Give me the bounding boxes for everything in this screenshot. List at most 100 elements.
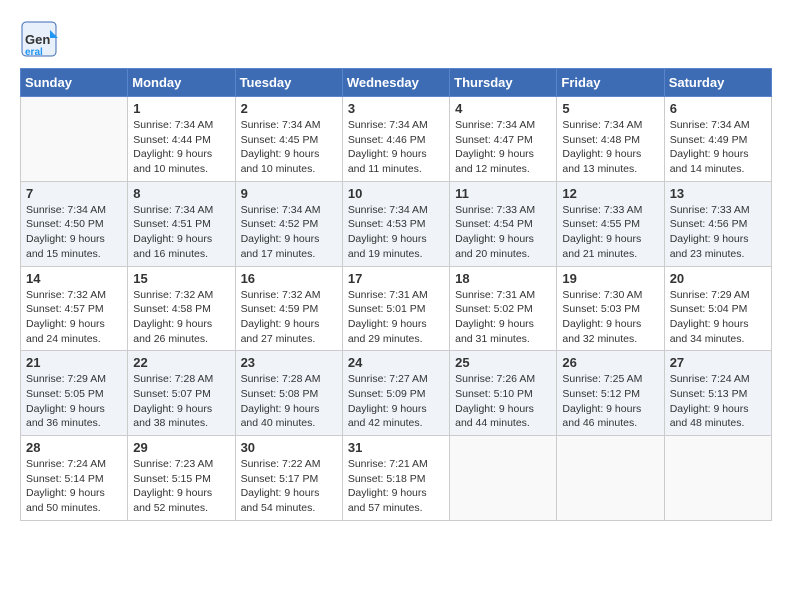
day-number: 27	[670, 355, 766, 370]
day-info: Sunrise: 7:33 AM Sunset: 4:55 PM Dayligh…	[562, 203, 658, 262]
calendar-cell: 18Sunrise: 7:31 AM Sunset: 5:02 PM Dayli…	[450, 266, 557, 351]
day-info: Sunrise: 7:27 AM Sunset: 5:09 PM Dayligh…	[348, 372, 444, 431]
svg-text:Gen: Gen	[25, 32, 50, 47]
cell-content: 12 Sunrise: 7:33 AM Sunset: 4:55 PM Dayli…	[562, 186, 658, 262]
day-number: 29	[133, 440, 229, 455]
day-number: 24	[348, 355, 444, 370]
cell-content: 10Sunrise: 7:34 AM Sunset: 4:53 PM Dayli…	[348, 186, 444, 262]
calendar-cell: 16Sunrise: 7:32 AM Sunset: 4:59 PM Dayli…	[235, 266, 342, 351]
calendar-cell: 11 Sunrise: 7:33 AM Sunset: 4:54 PM Dayli…	[450, 181, 557, 266]
calendar-cell: 27 Sunrise: 7:24 AM Sunset: 5:13 PM Dayli…	[664, 351, 771, 436]
calendar-cell: 4Sunrise: 7:34 AM Sunset: 4:47 PM Daylig…	[450, 97, 557, 182]
calendar-cell: 2Sunrise: 7:34 AM Sunset: 4:45 PM Daylig…	[235, 97, 342, 182]
calendar-cell: 13Sunrise: 7:33 AM Sunset: 4:56 PM Dayli…	[664, 181, 771, 266]
day-number: 12	[562, 186, 658, 201]
day-number: 28	[26, 440, 122, 455]
calendar-cell: 31Sunrise: 7:21 AM Sunset: 5:18 PM Dayli…	[342, 436, 449, 521]
calendar-week-row: 1Sunrise: 7:34 AM Sunset: 4:44 PM Daylig…	[21, 97, 772, 182]
cell-content: 26 Sunrise: 7:25 AM Sunset: 5:12 PM Dayli…	[562, 355, 658, 431]
cell-content: 5Sunrise: 7:34 AM Sunset: 4:48 PM Daylig…	[562, 101, 658, 177]
calendar-week-row: 7Sunrise: 7:34 AM Sunset: 4:50 PM Daylig…	[21, 181, 772, 266]
cell-content: 14Sunrise: 7:32 AM Sunset: 4:57 PM Dayli…	[26, 271, 122, 347]
calendar-cell: 6 Sunrise: 7:34 AM Sunset: 4:49 PM Daylig…	[664, 97, 771, 182]
day-info: Sunrise: 7:31 AM Sunset: 5:02 PM Dayligh…	[455, 288, 551, 347]
cell-content: 30 Sunrise: 7:22 AM Sunset: 5:17 PM Dayli…	[241, 440, 337, 516]
day-header-saturday: Saturday	[664, 69, 771, 97]
day-info: Sunrise: 7:29 AM Sunset: 5:05 PM Dayligh…	[26, 372, 122, 431]
cell-content: 25Sunrise: 7:26 AM Sunset: 5:10 PM Dayli…	[455, 355, 551, 431]
day-number: 17	[348, 271, 444, 286]
cell-content: 3Sunrise: 7:34 AM Sunset: 4:46 PM Daylig…	[348, 101, 444, 177]
cell-content: 20Sunrise: 7:29 AM Sunset: 5:04 PM Dayli…	[670, 271, 766, 347]
day-number: 4	[455, 101, 551, 116]
day-info: Sunrise: 7:34 AM Sunset: 4:53 PM Dayligh…	[348, 203, 444, 262]
day-header-sunday: Sunday	[21, 69, 128, 97]
calendar-cell: 30 Sunrise: 7:22 AM Sunset: 5:17 PM Dayli…	[235, 436, 342, 521]
cell-content: 11 Sunrise: 7:33 AM Sunset: 4:54 PM Dayli…	[455, 186, 551, 262]
day-info: Sunrise: 7:24 AM Sunset: 5:13 PM Dayligh…	[670, 372, 766, 431]
calendar-table: SundayMondayTuesdayWednesdayThursdayFrid…	[20, 68, 772, 521]
calendar-cell: 10Sunrise: 7:34 AM Sunset: 4:53 PM Dayli…	[342, 181, 449, 266]
calendar-cell: 12 Sunrise: 7:33 AM Sunset: 4:55 PM Dayli…	[557, 181, 664, 266]
day-number: 5	[562, 101, 658, 116]
day-header-friday: Friday	[557, 69, 664, 97]
calendar-cell	[450, 436, 557, 521]
day-info: Sunrise: 7:30 AM Sunset: 5:03 PM Dayligh…	[562, 288, 658, 347]
day-info: Sunrise: 7:24 AM Sunset: 5:14 PM Dayligh…	[26, 457, 122, 516]
day-number: 6	[670, 101, 766, 116]
day-info: Sunrise: 7:34 AM Sunset: 4:49 PM Dayligh…	[670, 118, 766, 177]
cell-content: 19Sunrise: 7:30 AM Sunset: 5:03 PM Dayli…	[562, 271, 658, 347]
page-header: Gen eral	[20, 20, 772, 58]
svg-text:eral: eral	[25, 47, 43, 58]
cell-content: 18Sunrise: 7:31 AM Sunset: 5:02 PM Dayli…	[455, 271, 551, 347]
day-info: Sunrise: 7:33 AM Sunset: 4:54 PM Dayligh…	[455, 203, 551, 262]
cell-content: 17Sunrise: 7:31 AM Sunset: 5:01 PM Dayli…	[348, 271, 444, 347]
day-info: Sunrise: 7:28 AM Sunset: 5:08 PM Dayligh…	[241, 372, 337, 431]
calendar-cell: 3Sunrise: 7:34 AM Sunset: 4:46 PM Daylig…	[342, 97, 449, 182]
day-header-wednesday: Wednesday	[342, 69, 449, 97]
cell-content: 21 Sunrise: 7:29 AM Sunset: 5:05 PM Dayli…	[26, 355, 122, 431]
day-number: 11	[455, 186, 551, 201]
cell-content: 8Sunrise: 7:34 AM Sunset: 4:51 PM Daylig…	[133, 186, 229, 262]
calendar-cell	[21, 97, 128, 182]
cell-content: 7Sunrise: 7:34 AM Sunset: 4:50 PM Daylig…	[26, 186, 122, 262]
cell-content: 22 Sunrise: 7:28 AM Sunset: 5:07 PM Dayli…	[133, 355, 229, 431]
day-info: Sunrise: 7:28 AM Sunset: 5:07 PM Dayligh…	[133, 372, 229, 431]
cell-content: 13Sunrise: 7:33 AM Sunset: 4:56 PM Dayli…	[670, 186, 766, 262]
calendar-cell: 26 Sunrise: 7:25 AM Sunset: 5:12 PM Dayli…	[557, 351, 664, 436]
cell-content: 15 Sunrise: 7:32 AM Sunset: 4:58 PM Dayli…	[133, 271, 229, 347]
calendar-cell: 24 Sunrise: 7:27 AM Sunset: 5:09 PM Dayli…	[342, 351, 449, 436]
day-number: 31	[348, 440, 444, 455]
day-number: 26	[562, 355, 658, 370]
calendar-cell: 1Sunrise: 7:34 AM Sunset: 4:44 PM Daylig…	[128, 97, 235, 182]
calendar-cell: 23Sunrise: 7:28 AM Sunset: 5:08 PM Dayli…	[235, 351, 342, 436]
calendar-cell	[557, 436, 664, 521]
day-info: Sunrise: 7:32 AM Sunset: 4:58 PM Dayligh…	[133, 288, 229, 347]
day-info: Sunrise: 7:34 AM Sunset: 4:52 PM Dayligh…	[241, 203, 337, 262]
day-number: 15	[133, 271, 229, 286]
day-info: Sunrise: 7:32 AM Sunset: 4:57 PM Dayligh…	[26, 288, 122, 347]
calendar-cell: 21 Sunrise: 7:29 AM Sunset: 5:05 PM Dayli…	[21, 351, 128, 436]
day-number: 21	[26, 355, 122, 370]
day-info: Sunrise: 7:34 AM Sunset: 4:46 PM Dayligh…	[348, 118, 444, 177]
day-info: Sunrise: 7:32 AM Sunset: 4:59 PM Dayligh…	[241, 288, 337, 347]
logo-icon: Gen eral	[20, 20, 58, 58]
day-info: Sunrise: 7:25 AM Sunset: 5:12 PM Dayligh…	[562, 372, 658, 431]
cell-content: 31Sunrise: 7:21 AM Sunset: 5:18 PM Dayli…	[348, 440, 444, 516]
day-info: Sunrise: 7:29 AM Sunset: 5:04 PM Dayligh…	[670, 288, 766, 347]
calendar-cell: 17Sunrise: 7:31 AM Sunset: 5:01 PM Dayli…	[342, 266, 449, 351]
day-info: Sunrise: 7:34 AM Sunset: 4:45 PM Dayligh…	[241, 118, 337, 177]
day-header-tuesday: Tuesday	[235, 69, 342, 97]
cell-content: 28 Sunrise: 7:24 AM Sunset: 5:14 PM Dayli…	[26, 440, 122, 516]
day-info: Sunrise: 7:34 AM Sunset: 4:50 PM Dayligh…	[26, 203, 122, 262]
day-info: Sunrise: 7:22 AM Sunset: 5:17 PM Dayligh…	[241, 457, 337, 516]
day-number: 22	[133, 355, 229, 370]
calendar-cell: 25Sunrise: 7:26 AM Sunset: 5:10 PM Dayli…	[450, 351, 557, 436]
calendar-cell	[664, 436, 771, 521]
logo: Gen eral	[20, 20, 62, 58]
calendar-week-row: 14Sunrise: 7:32 AM Sunset: 4:57 PM Dayli…	[21, 266, 772, 351]
day-info: Sunrise: 7:23 AM Sunset: 5:15 PM Dayligh…	[133, 457, 229, 516]
calendar-cell: 20Sunrise: 7:29 AM Sunset: 5:04 PM Dayli…	[664, 266, 771, 351]
calendar-cell: 22 Sunrise: 7:28 AM Sunset: 5:07 PM Dayli…	[128, 351, 235, 436]
day-number: 30	[241, 440, 337, 455]
